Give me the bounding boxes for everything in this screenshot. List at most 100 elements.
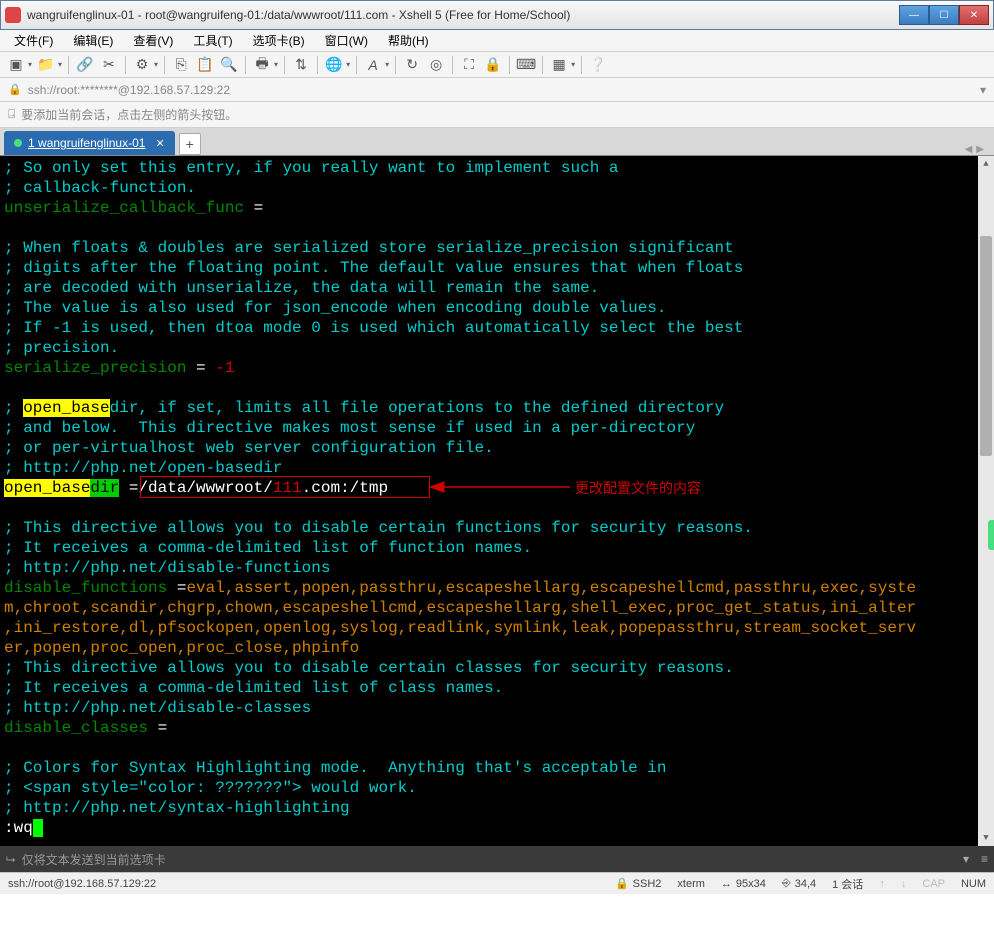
toolbar: ▣▾ 📁▾ 🔗 ✂ ⚙▾ ⎘ 📋 🔍 🖶▾ ⇅ 🌐▾ A▾ ↻ ◎ ⛶ 🔒 ⌨ …: [0, 52, 994, 78]
send-icon[interactable]: ⮡: [6, 852, 16, 867]
secure-icon: 🔒: [8, 83, 22, 96]
terminal-line: ; are decoded with unserialize, the data…: [4, 278, 990, 298]
side-badge: [988, 520, 994, 550]
disconnect-icon[interactable]: ✂: [99, 55, 119, 75]
tab-label: wangruifenglinux-01: [38, 136, 145, 150]
menubar: 文件(F) 编辑(E) 查看(V) 工具(T) 选项卡(B) 窗口(W) 帮助(…: [0, 30, 994, 52]
address-url[interactable]: ssh://root:********@192.168.57.129:22: [28, 83, 980, 97]
terminal-line: open_basedir =/data/wwwroot/111.com:/tmp: [4, 478, 990, 498]
scroll-up-icon[interactable]: ▲: [978, 156, 994, 172]
command-line: :wq: [4, 818, 990, 838]
menu-help[interactable]: 帮助(H): [380, 30, 437, 51]
status-num: NUM: [961, 878, 986, 890]
terminal-line: ; or per-virtualhost web server configur…: [4, 438, 990, 458]
terminal-line: [4, 218, 990, 238]
menu-edit[interactable]: 编辑(E): [65, 30, 121, 51]
terminal-line: [4, 498, 990, 518]
terminal-line: ; http://php.net/disable-classes: [4, 698, 990, 718]
tab-close-icon[interactable]: ✕: [155, 137, 164, 150]
terminal-line: ; digits after the floating point. The d…: [4, 258, 990, 278]
close-button[interactable]: ✕: [959, 5, 989, 25]
app-icon: [5, 7, 21, 23]
address-dropdown-icon[interactable]: ▾: [980, 83, 986, 97]
statusbar: ssh://root@192.168.57.129:22 🔒 SSH2 xter…: [0, 872, 994, 894]
menu-window[interactable]: 窗口(W): [317, 30, 376, 51]
terminal-line: ; If -1 is used, then dtoa mode 0 is use…: [4, 318, 990, 338]
minimize-button[interactable]: —: [899, 5, 929, 25]
terminal-content: ; So only set this entry, if you really …: [4, 158, 990, 818]
input-dropdown-icon[interactable]: ▾: [963, 852, 969, 866]
globe-icon[interactable]: 🌐: [324, 55, 344, 75]
terminal-line: ; This directive allows you to disable c…: [4, 518, 990, 538]
target-icon[interactable]: ◎: [426, 55, 446, 75]
menu-file[interactable]: 文件(F): [6, 30, 61, 51]
status-cap: CAP: [922, 878, 945, 890]
fullscreen-icon[interactable]: ⛶: [459, 55, 479, 75]
terminal-scrollbar[interactable]: ▲ ▼: [978, 156, 994, 846]
connect-icon[interactable]: 🔗: [75, 55, 95, 75]
status-size: ↔ 95x34: [721, 878, 766, 890]
terminal-line: ; It receives a comma-delimited list of …: [4, 538, 990, 558]
terminal-line: er,popen,proc_open,proc_close,phpinfo: [4, 638, 990, 658]
status-dot-icon: [14, 139, 22, 147]
tab-next-icon[interactable]: ▶: [976, 144, 984, 155]
terminal-line: ; Colors for Syntax Highlighting mode. A…: [4, 758, 990, 778]
terminal-line: unserialize_callback_func =: [4, 198, 990, 218]
session-tab[interactable]: 1 wangruifenglinux-01 ✕: [4, 131, 175, 155]
terminal-line: ; So only set this entry, if you really …: [4, 158, 990, 178]
terminal-line: ,ini_restore,dl,pfsockopen,openlog,syslo…: [4, 618, 990, 638]
titlebar: wangruifenglinux-01 - root@wangruifeng-0…: [0, 0, 994, 30]
bookmark-icon[interactable]: ⍈: [8, 107, 15, 122]
terminal-line: ; <span style="color: ???????"> would wo…: [4, 778, 990, 798]
help-icon[interactable]: ❔: [588, 55, 608, 75]
window-controls: — ☐ ✕: [899, 5, 989, 25]
menu-view[interactable]: 查看(V): [125, 30, 181, 51]
status-term: xterm: [677, 878, 705, 890]
menu-tabs[interactable]: 选项卡(B): [245, 30, 313, 51]
address-bar: 🔒 ssh://root:********@192.168.57.129:22 …: [0, 78, 994, 102]
terminal-line: disable_functions =eval,assert,popen,pas…: [4, 578, 990, 598]
tab-prev-icon[interactable]: ◀: [965, 144, 973, 155]
lock-icon[interactable]: 🔒: [483, 55, 503, 75]
terminal-line: ; The value is also used for json_encode…: [4, 298, 990, 318]
tab-index: 1: [28, 136, 35, 150]
terminal-line: ; It receives a comma-delimited list of …: [4, 678, 990, 698]
scroll-thumb[interactable]: [980, 236, 992, 456]
font-icon[interactable]: A: [363, 55, 383, 75]
info-text: 要添加当前会话，点击左侧的箭头按钮。: [21, 106, 237, 123]
input-bar: ⮡ 仅将文本发送到当前选项卡 ▾ ≡: [0, 846, 994, 872]
terminal-line: ; http://php.net/disable-functions: [4, 558, 990, 578]
refresh-icon[interactable]: ↻: [402, 55, 422, 75]
cursor: [33, 819, 43, 837]
input-lines-icon[interactable]: ≡: [981, 852, 988, 866]
tab-nav: ◀ ▶: [965, 144, 990, 155]
layout-icon[interactable]: ▦: [549, 55, 569, 75]
terminal-line: disable_classes =: [4, 718, 990, 738]
terminal-line: ; and below. This directive makes most s…: [4, 418, 990, 438]
print-icon[interactable]: 🖶: [252, 55, 272, 75]
scroll-down-icon[interactable]: ▼: [978, 830, 994, 846]
tabbar: 1 wangruifenglinux-01 ✕ + ◀ ▶: [0, 128, 994, 156]
status-protocol: 🔒 SSH2: [615, 877, 661, 890]
status-up-icon: ↑: [879, 878, 885, 890]
terminal[interactable]: ; So only set this entry, if you really …: [0, 156, 994, 846]
copy-icon[interactable]: ⎘: [171, 55, 191, 75]
search-icon[interactable]: 🔍: [219, 55, 239, 75]
status-position: ⎆ 34,4: [782, 877, 816, 890]
menu-tools[interactable]: 工具(T): [185, 30, 240, 51]
input-placeholder[interactable]: 仅将文本发送到当前选项卡: [22, 851, 957, 868]
terminal-line: ; callback-function.: [4, 178, 990, 198]
status-down-icon: ↓: [901, 878, 907, 890]
new-icon[interactable]: ▣: [6, 55, 26, 75]
properties-icon[interactable]: ⚙: [132, 55, 152, 75]
keyboard-icon[interactable]: ⌨: [516, 55, 536, 75]
maximize-button[interactable]: ☐: [929, 5, 959, 25]
add-tab-button[interactable]: +: [179, 133, 201, 155]
terminal-line: [4, 378, 990, 398]
paste-icon[interactable]: 📋: [195, 55, 215, 75]
terminal-line: serialize_precision = -1: [4, 358, 990, 378]
status-sessions: 1 会话: [832, 876, 863, 892]
open-icon[interactable]: 📁: [36, 55, 56, 75]
transfer-icon[interactable]: ⇅: [291, 55, 311, 75]
terminal-line: ; http://php.net/open-basedir: [4, 458, 990, 478]
